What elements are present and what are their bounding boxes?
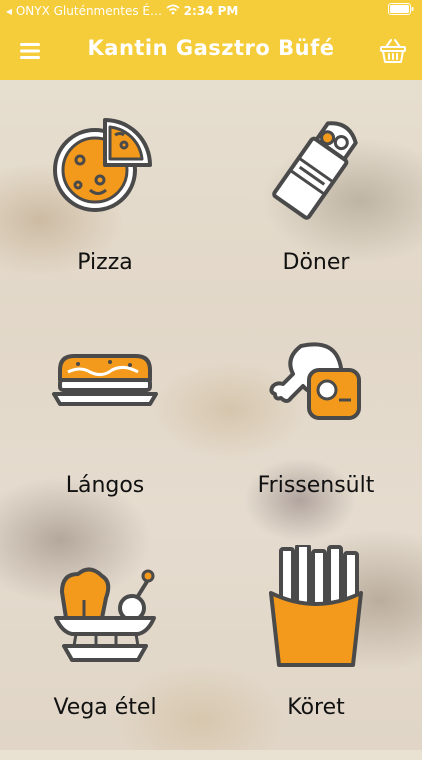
doner-wrap-icon [261, 115, 371, 225]
category-label: Köret [287, 695, 345, 720]
status-bar: ◂ ONYX Gluténmentes É… 2:34 PM [0, 0, 422, 22]
category-label: Vega étel [53, 695, 157, 720]
status-time: 2:34 PM [183, 4, 239, 18]
page-title: Kantin Gasztro Büfé [87, 36, 335, 60]
category-label: Frissensült [257, 473, 375, 498]
basket-icon[interactable] [378, 36, 408, 66]
category-tile-doner[interactable]: Döner [221, 115, 411, 315]
category-tile-vega-etel[interactable]: Vega étel [10, 560, 200, 760]
vegetable-bowl-icon [50, 560, 160, 670]
category-tile-pizza[interactable]: Pizza [10, 115, 200, 315]
category-tile-langos[interactable]: Lángos [10, 338, 200, 538]
category-label: Pizza [77, 250, 133, 275]
category-tile-frissensult[interactable]: Frissensült [221, 338, 411, 538]
category-tile-koret[interactable]: Köret [221, 543, 411, 745]
category-label: Döner [282, 250, 350, 275]
app-header: Kantin Gasztro Büfé [0, 22, 422, 80]
drumstick-steak-icon [261, 338, 371, 448]
fries-icon [261, 543, 371, 667]
pizza-icon [50, 115, 160, 225]
battery-icon [388, 3, 414, 18]
langos-icon [50, 338, 160, 448]
category-label: Lángos [65, 473, 145, 498]
